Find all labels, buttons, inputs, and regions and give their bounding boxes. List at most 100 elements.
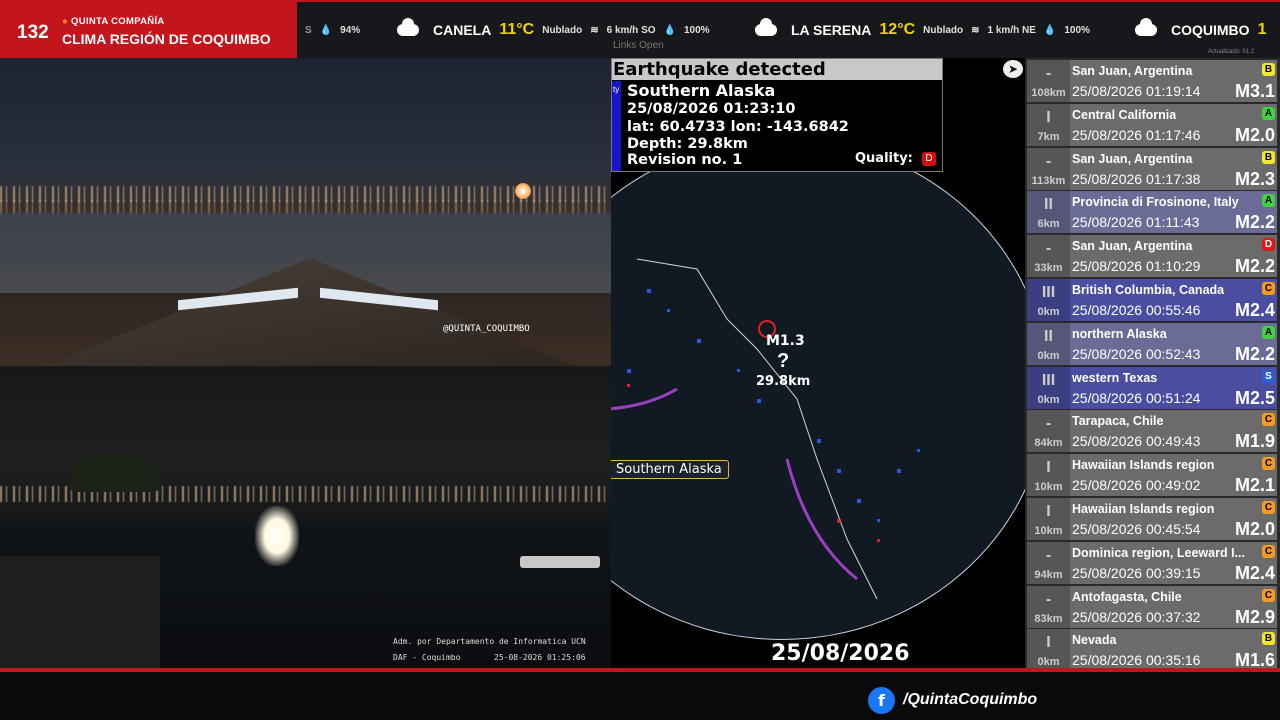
quake-place: British Columbia, Canada	[1072, 283, 1225, 297]
quake-list-item[interactable]: - 113km San Juan, Argentina 25/08/2026 01:1…	[1027, 147, 1277, 190]
quake-place: northern Alaska	[1072, 326, 1167, 341]
next-arrow-button[interactable]: ➤	[1003, 60, 1023, 78]
quake-time: 25/08/2026 01:17:46	[1072, 126, 1201, 143]
facebook-handle[interactable]: /QuintaCoquimbo	[903, 691, 1037, 709]
quake-magnitude: M2.1	[1234, 475, 1275, 496]
quake-place: Hawaiian Islands region	[1072, 458, 1215, 473]
channel-number: 132	[17, 22, 49, 43]
map-unknown-marker: ?	[777, 350, 790, 372]
quake-list-item[interactable]: - 33km San Juan, Argentina 25/08/2026 01:10…	[1027, 235, 1277, 278]
quake-magnitude: M2.2	[1234, 343, 1275, 364]
company-label: ● QUINTA COMPAÑÍA	[62, 16, 165, 27]
alert-region: Southern Alaska	[627, 81, 776, 100]
quake-time: 25/08/2026 01:17:38	[1072, 170, 1201, 187]
intensity-value: II	[1044, 196, 1053, 214]
quake-list-item[interactable]: I 10km Hawaiian Islands region 25/08/2026 0…	[1027, 498, 1277, 540]
cloud-icon	[1135, 18, 1157, 36]
wind-icon: ≋	[971, 24, 980, 36]
cloud-icon	[397, 18, 419, 36]
quake-list-item[interactable]: III 0km western Texas 25/08/2026 00:51:24 M2…	[1027, 366, 1277, 409]
quake-list-item[interactable]: III 0km British Columbia, Canada 25/08/2026…	[1027, 279, 1277, 321]
quake-place: western Texas	[1072, 370, 1158, 385]
alert-depth: Depth: 29.8km	[627, 136, 748, 152]
quake-list-item[interactable]: II 0km northern Alaska 25/08/2026 00:52:43 M…	[1027, 322, 1277, 365]
camera-feed-bottom: Adm. por Departamento de Informatica UCN…	[0, 366, 611, 668]
quake-magnitude: M2.4	[1234, 300, 1275, 320]
quake-grade-badge: A	[1262, 325, 1275, 339]
shore-building	[0, 556, 160, 668]
camera-watermark: @QUINTA_COQUIMBO	[443, 324, 530, 334]
quake-list-item[interactable]: II 6km Provincia di Frosinone, Italy 25/08/…	[1027, 191, 1277, 234]
intensity-value: I	[1046, 108, 1051, 126]
quake-distance: 7km	[1037, 130, 1060, 143]
cloud-icon	[755, 18, 777, 36]
quake-info: Antofagasta, Chile 25/08/2026 00:37:32 M2.…	[1070, 586, 1277, 628]
quake-time: 25/08/2026 00:52:43	[1072, 345, 1201, 362]
quake-place: Tarapaca, Chile	[1072, 414, 1164, 429]
earthquake-alert-box: Earthquake detected ty Southern Alaska 2…	[611, 58, 943, 172]
quake-distance: 0km	[1037, 393, 1060, 406]
quake-place: San Juan, Argentina	[1072, 151, 1193, 166]
camera-timestamp: 25-08-2026 01:25:06	[494, 653, 586, 662]
quake-info: Dominica region, Leeward I... 25/08/2026 …	[1070, 542, 1277, 584]
quake-distance: 84km	[1034, 437, 1063, 450]
updated-label: Actualizado: 01:2	[1208, 49, 1255, 55]
quake-time: 25/08/2026 00:49:43	[1072, 433, 1201, 450]
intensity-value: -	[1045, 546, 1052, 564]
intensity-cell: - 113km	[1027, 147, 1070, 190]
weather-city: CANELA	[433, 22, 492, 38]
weather-condition: Nublado	[923, 24, 964, 36]
quake-magnitude: M2.2	[1234, 212, 1275, 233]
bottom-bar	[0, 668, 1280, 720]
quake-grade-badge: C	[1262, 544, 1275, 558]
alert-quality-badge: D	[922, 152, 936, 166]
quake-list-item[interactable]: I 7km Central California 25/08/2026 01:17:4…	[1027, 103, 1277, 146]
menu-links[interactable]: Links Open	[613, 40, 664, 51]
globe-map[interactable]	[611, 138, 1025, 640]
tree	[70, 452, 160, 492]
intensity-value: I	[1046, 503, 1051, 520]
quake-info: Tarapaca, Chile 25/08/2026 00:49:43 M1.9 C	[1070, 410, 1277, 452]
quake-list-item[interactable]: - 83km Antofagasta, Chile 25/08/2026 00:37:…	[1027, 585, 1277, 628]
camera-caption: Adm. por Departamento de Informatica UCN	[393, 637, 586, 646]
quake-info: western Texas 25/08/2026 00:51:24 M2.5 S	[1070, 367, 1277, 409]
weather-wind: 1 km/h NE	[987, 24, 1036, 36]
quake-grade-badge: A	[1262, 106, 1275, 120]
quake-place: Dominica region, Leeward I...	[1072, 545, 1245, 560]
quake-place: Provincia di Frosinone, Italy	[1072, 195, 1239, 210]
weather-item: LA SERENA 12°C Nublado ≋ 1 km/h NE 💧 100…	[755, 2, 1090, 58]
quake-distance: 6km	[1037, 218, 1060, 231]
intensity-cell: - 94km	[1027, 541, 1070, 584]
map-magnitude: M1.3	[766, 333, 805, 349]
quake-list-item[interactable]: - 108km San Juan, Argentina 25/08/2026 01:1…	[1027, 60, 1277, 102]
weather-humidity: 100%	[1064, 24, 1090, 36]
quake-info: British Columbia, Canada 25/08/2026 00:55…	[1070, 279, 1277, 321]
facebook-icon[interactable]: f	[868, 687, 895, 714]
quake-info: San Juan, Argentina 25/08/2026 01:17:38 M2…	[1070, 148, 1277, 190]
quake-time: 25/08/2026 00:45:54	[1072, 521, 1201, 537]
quake-grade-badge: B	[1262, 63, 1275, 76]
quake-time: 25/08/2026 00:35:16	[1072, 652, 1201, 669]
quake-distance: 108km	[1031, 87, 1066, 99]
weather-humidity: 100%	[683, 24, 710, 36]
quake-info: Nevada 25/08/2026 00:35:16 M1.6 B	[1070, 629, 1277, 671]
quake-list-item[interactable]: - 94km Dominica region, Leeward I... 25/08/…	[1027, 541, 1277, 584]
quake-magnitude: M2.2	[1234, 256, 1275, 277]
quake-magnitude: M2.4	[1234, 562, 1275, 583]
quake-magnitude: M2.3	[1234, 168, 1275, 189]
quake-magnitude: M3.1	[1234, 81, 1275, 101]
quake-list-item[interactable]: - 84km Tarapaca, Chile 25/08/2026 00:49:43 M…	[1027, 410, 1277, 453]
alert-coords: lat: 60.4733 lon: -143.6842	[627, 119, 849, 135]
quake-grade-badge: C	[1262, 501, 1275, 514]
quake-list-item[interactable]: I 10km Hawaiian Islands region 25/08/2026 0…	[1027, 454, 1277, 497]
quake-time: 25/08/2026 01:19:14	[1072, 83, 1201, 99]
intensity-cell: II 6km	[1027, 191, 1070, 234]
quake-distance: 94km	[1034, 568, 1063, 581]
brand-block: 132 ● QUINTA COMPAÑÍA CLIMA REGIÓN DE COQ…	[0, 2, 297, 58]
intensity-value: III	[1041, 284, 1056, 301]
map-clock: 25/08/2026 01:25:23	[771, 641, 910, 668]
intensity-value: II	[1044, 327, 1053, 345]
weather-ticker: S 💧 94% CANELA 11°C Nublado ≋ 6 km/h SO …	[297, 2, 1280, 58]
intensity-value: III	[1041, 371, 1056, 389]
quake-list-item[interactable]: I 0km Nevada 25/08/2026 00:35:16 M1.6 B	[1027, 629, 1277, 672]
